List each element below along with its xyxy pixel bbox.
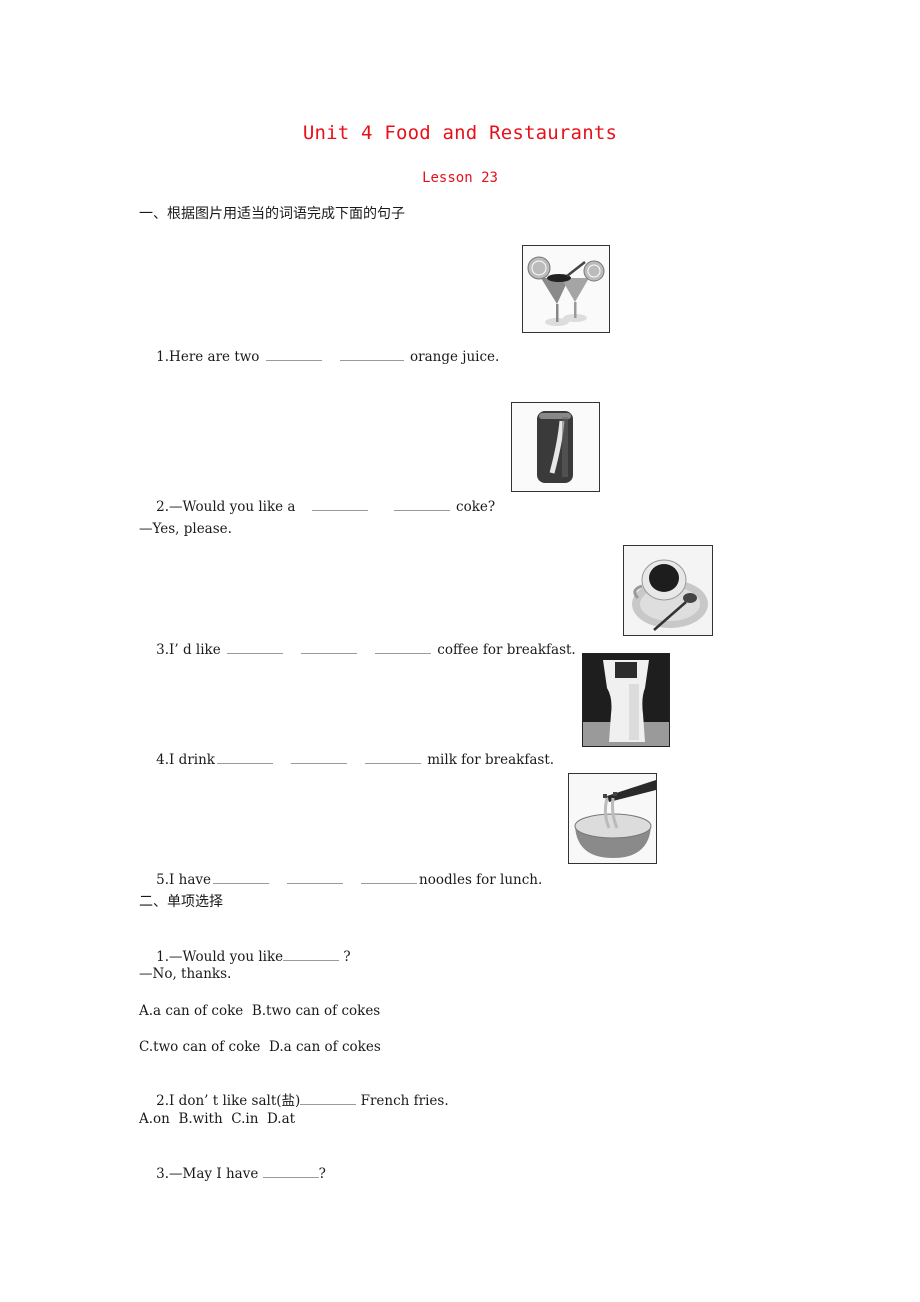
orange-juice-picture — [522, 245, 610, 333]
noodles-picture — [568, 773, 657, 864]
item-text-before: 1.Here are two — [156, 349, 264, 365]
coffee-picture — [623, 545, 713, 636]
fill-item-1: 1.Here are two orange juice. — [139, 330, 499, 384]
milk-glass-icon — [583, 654, 669, 746]
item-text-after: orange juice. — [405, 349, 500, 365]
answer-blank[interactable] — [290, 751, 347, 764]
question-1-options-cd[interactable]: C.two can of coke D.a can of cokes — [139, 1038, 381, 1056]
answer-blank[interactable] — [301, 641, 357, 654]
question-2-options[interactable]: A.on B.with C.in D.at — [139, 1110, 295, 1128]
item-text-after: coke? — [451, 499, 496, 515]
item-text-before: 3.I’ d like — [156, 642, 225, 658]
noodle-bowl-icon — [569, 774, 656, 863]
orange-juice-icon — [523, 246, 609, 332]
worksheet-page: Unit 4 Food and Restaurants Lesson 23 一、… — [0, 0, 920, 1302]
question-text: 2.I don’ t like salt(盐) — [156, 1093, 301, 1109]
item-text-before: 2.—Would you like a — [156, 499, 300, 515]
answer-blank[interactable] — [287, 871, 344, 884]
question-text-after: ? — [318, 1166, 326, 1182]
question-text: 1.—Would you like — [156, 949, 284, 965]
milk-picture — [582, 653, 670, 747]
question-text: 3.—May I have — [156, 1166, 263, 1182]
answer-blank[interactable] — [265, 348, 322, 361]
item-text-after: milk for breakfast. — [422, 752, 555, 768]
question-1-options-ab[interactable]: A.a can of coke B.two can of cokes — [139, 1002, 380, 1020]
answer-blank[interactable] — [227, 641, 283, 654]
lesson-title: Lesson 23 — [422, 170, 498, 186]
question-text-after: French fries. — [356, 1093, 449, 1109]
choice-question-3: 3.—May I have ? — [139, 1147, 326, 1201]
answer-blank[interactable] — [364, 751, 421, 764]
answer-blank[interactable] — [375, 641, 431, 654]
item-text-after: coffee for breakfast. — [433, 642, 576, 658]
answer-blank[interactable] — [213, 871, 270, 884]
section1-heading: 一、根据图片用适当的词语完成下面的句子 — [139, 206, 405, 222]
fill-item-4: 4.I drink milk for breakfast. — [139, 733, 554, 787]
item-text-before: 4.I drink — [156, 752, 215, 768]
answer-blank[interactable] — [300, 1092, 357, 1105]
question-1-reply: —No, thanks. — [139, 966, 232, 982]
answer-blank[interactable] — [393, 498, 450, 511]
answer-blank[interactable] — [283, 948, 340, 961]
item-text-after: noodles for lunch. — [419, 872, 543, 888]
answer-blank[interactable] — [361, 871, 418, 884]
answer-blank[interactable] — [262, 1165, 319, 1178]
item-text-before: 5.I have — [156, 872, 212, 888]
coke-picture — [511, 402, 600, 492]
coffee-cup-icon — [624, 546, 712, 635]
coke-can-icon — [512, 403, 599, 491]
answer-blank[interactable] — [339, 348, 404, 361]
unit-title: Unit 4 Food and Restaurants — [302, 122, 618, 144]
answer-blank[interactable] — [311, 498, 368, 511]
section2-heading: 二、单项选择 — [139, 894, 223, 910]
answer-blank[interactable] — [216, 751, 273, 764]
item-2-reply: —Yes, please. — [139, 521, 232, 537]
question-text-after: ? — [339, 949, 351, 965]
fill-item-3: 3.I’ d like coffee for breakfast. — [139, 623, 576, 677]
